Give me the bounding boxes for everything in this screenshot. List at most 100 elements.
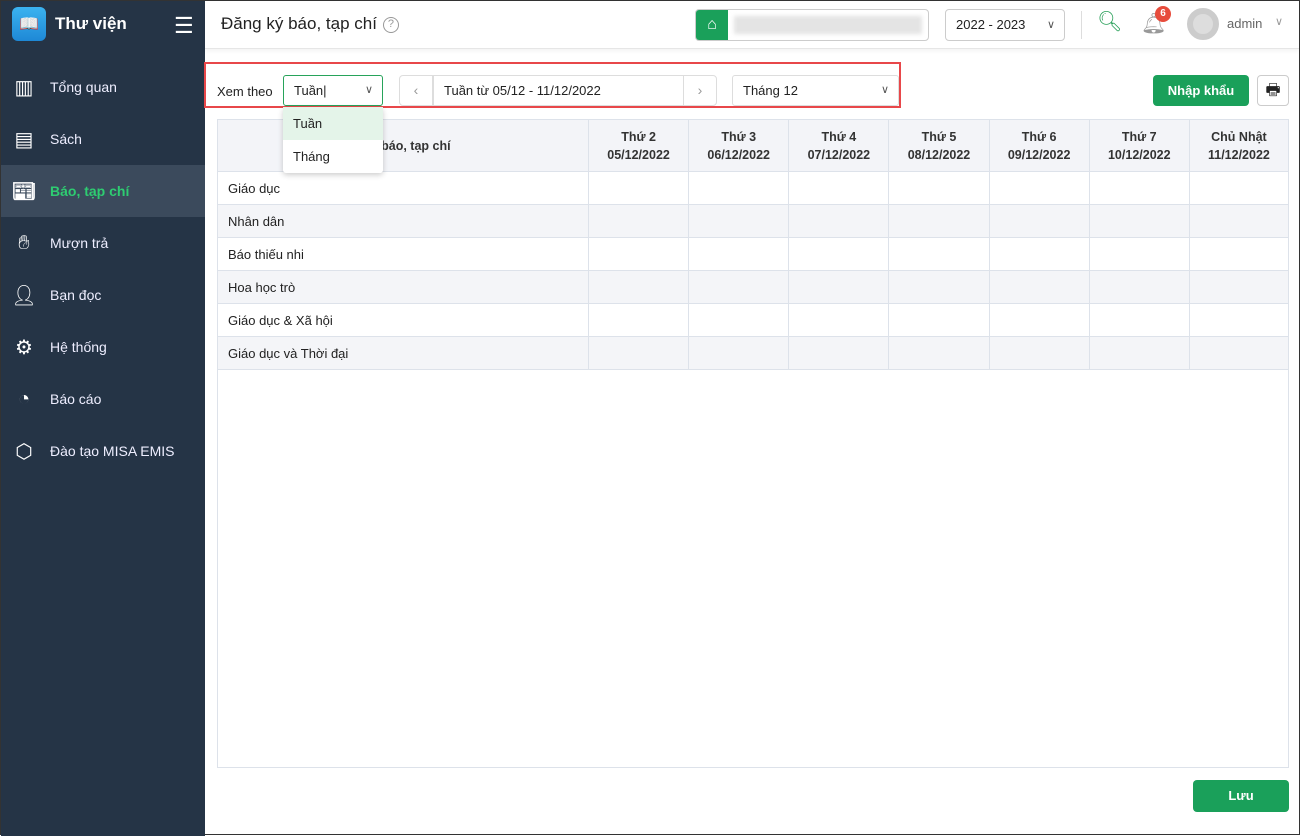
library-logo-icon: 📖 [12,7,46,41]
day-cell[interactable] [587,237,690,271]
day-cell[interactable] [888,303,990,337]
day-cell[interactable] [1188,336,1290,370]
day-cell[interactable] [688,171,790,205]
sidebar-item-5[interactable]: ⚙ Hệ thống [1,321,205,373]
table-row: Hoa học trò [217,270,1290,304]
day-cell[interactable] [888,336,990,370]
day-cell[interactable] [587,303,690,337]
school-selector[interactable]: ⌂ [695,9,929,41]
newspaper-icon: 📰︎ [11,180,37,203]
day-column-header: Thứ 3 06/12/2022 [688,119,790,172]
user-name[interactable]: admin [1227,16,1262,31]
day-cell[interactable] [1088,336,1190,370]
day-cell[interactable] [1088,270,1190,304]
day-cell[interactable] [988,204,1090,238]
page-title: Đăng ký báo, tạp chí [221,14,377,33]
chevron-down-icon: ∨ [364,84,373,96]
day-cell[interactable] [1088,303,1190,337]
day-cell[interactable] [788,204,890,238]
week-range-field[interactable]: Tuần từ 05/12 - 11/12/2022 [433,75,684,106]
publication-name: Giáo dục & Xã hội [217,303,589,337]
day-cell[interactable] [587,336,690,370]
app-name: Thư viện [55,14,127,33]
table-row: Giáo dục & Xã hội [217,303,1290,337]
day-cell[interactable] [688,204,790,238]
day-cell[interactable] [988,171,1090,205]
sidebar-item-label: Mượn trả [50,235,109,251]
import-button[interactable]: Nhập khẩu [1153,75,1249,106]
day-cell[interactable] [1188,270,1290,304]
help-icon[interactable]: ? [382,17,399,33]
sidebar-item-3[interactable]: ✋︎ Mượn trả [1,217,205,269]
publication-name: Nhân dân [217,204,589,238]
day-cell[interactable] [1188,237,1290,271]
box-icon: ⬡ [15,440,33,463]
notification-badge: 6 [1155,6,1171,22]
day-cell[interactable] [1188,303,1290,337]
day-cell[interactable] [988,303,1090,337]
day-cell[interactable] [988,336,1090,370]
home-icon: ⌂ [696,10,728,40]
sidebar-item-4[interactable]: 👤︎ Bạn đọc [1,269,205,321]
day-cell[interactable] [688,237,790,271]
day-cell[interactable] [688,303,790,337]
publication-name: Giáo dục và Thời đại [217,336,589,370]
day-cell[interactable] [587,171,690,205]
topbar: Đăng ký báo, tạp chí? ⌂ 2022 - 2023 ∨ 🔍︎ … [205,1,1299,49]
pie-chart-icon: ◔ [17,387,31,410]
publication-name: Báo thiếu nhi [217,237,589,271]
day-cell[interactable] [1188,204,1290,238]
view-by-select[interactable]: Tuần| ∨ [283,75,383,106]
next-week-button[interactable]: › [683,75,717,106]
day-cell[interactable] [688,270,790,304]
publication-name: Hoa học trò [217,270,589,304]
day-cell[interactable] [587,270,690,304]
sidebar-item-1[interactable]: ▤ Sách [1,113,205,165]
prev-week-button[interactable]: ‹ [399,75,433,106]
day-cell[interactable] [988,237,1090,271]
day-cell[interactable] [788,237,890,271]
sidebar-item-0[interactable]: ▥ Tổng quan [1,61,205,113]
day-cell[interactable] [587,204,690,238]
day-cell[interactable] [1088,204,1190,238]
view-by-label: Xem theo [217,84,273,99]
chevron-down-icon[interactable]: ∨ [1275,15,1283,28]
day-column-header: Thứ 2 05/12/2022 [587,119,690,172]
sidebar-item-2[interactable]: 📰︎ Báo, tạp chí [1,165,205,217]
sidebar-item-6[interactable]: ◔ Báo cáo [1,373,205,425]
day-cell[interactable] [1088,237,1190,271]
school-year-select[interactable]: 2022 - 2023 ∨ [945,9,1065,41]
day-cell[interactable] [888,270,990,304]
sidebar-item-label: Đào tạo MISA EMIS [50,443,175,459]
day-cell[interactable] [788,171,890,205]
borrow-icon: ✋︎ [18,231,30,254]
save-button[interactable]: Lưu [1193,780,1289,812]
day-cell[interactable] [788,270,890,304]
search-icon[interactable]: 🔍︎ [1097,9,1122,34]
printer-icon: 🖶 [1265,82,1281,99]
option-week[interactable]: Tuần [283,107,383,140]
sidebar: 📖 Thư viện ☰ ▥ Tổng quan ▤ Sách 📰︎ Báo, tạp c… [1,1,205,836]
day-column-header: Thứ 4 07/12/2022 [788,119,890,172]
day-cell[interactable] [788,336,890,370]
day-cell[interactable] [988,270,1090,304]
day-cell[interactable] [788,303,890,337]
option-month[interactable]: Tháng [283,140,383,173]
month-select[interactable]: Tháng 12 ∨ [732,75,899,106]
menu-toggle-icon[interactable]: ☰ [174,13,194,39]
day-date: 10/12/2022 [1107,147,1171,162]
day-cell[interactable] [888,204,990,238]
day-cell[interactable] [888,237,990,271]
day-cell[interactable] [1188,171,1290,205]
table-row: Nhân dân [217,204,1290,238]
day-cell[interactable] [1088,171,1190,205]
brand: 📖 Thư viện ☰ [1,1,205,47]
print-button[interactable]: 🖶 [1257,75,1289,106]
day-name: Thứ 4 [821,129,857,144]
sidebar-item-7[interactable]: ⬡ Đào tạo MISA EMIS [1,425,205,477]
avatar[interactable] [1187,8,1219,40]
day-cell[interactable] [888,171,990,205]
table-row: Báo thiếu nhi [217,237,1290,271]
day-cell[interactable] [688,336,790,370]
day-name: Thứ 2 [621,129,656,144]
